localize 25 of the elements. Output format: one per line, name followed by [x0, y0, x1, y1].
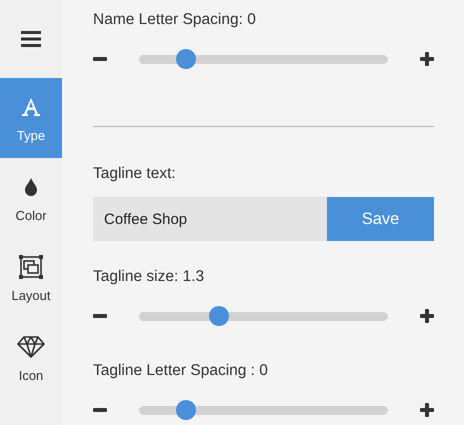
menu-icon[interactable] — [21, 31, 41, 47]
plus-icon[interactable] — [420, 403, 434, 417]
slider-label: Name Letter Spacing: 0 — [93, 10, 257, 30]
plus-icon[interactable] — [420, 309, 434, 323]
minus-icon[interactable] — [93, 408, 107, 412]
layout-icon — [18, 254, 44, 280]
diamond-icon — [17, 336, 45, 358]
type-icon — [21, 96, 41, 116]
slider-thumb[interactable] — [208, 306, 229, 326]
sidebar-tab[interactable]: Color — [0, 158, 62, 238]
tagline-field[interactable]: Coffee Shop — [93, 197, 327, 241]
slider-thumb[interactable] — [176, 49, 196, 69]
sidebar-tab[interactable]: Icon — [0, 318, 62, 398]
plus-icon[interactable] — [420, 52, 434, 66]
sidebar-tab[interactable]: Layout — [0, 238, 62, 318]
slider[interactable] — [139, 400, 388, 420]
slider[interactable] — [139, 49, 388, 69]
drop-icon — [24, 178, 38, 196]
minus-icon[interactable] — [93, 314, 107, 318]
slider[interactable] — [139, 306, 388, 326]
slider-label: Tagline size: 1.3 — [93, 267, 206, 287]
slider-thumb[interactable] — [176, 400, 196, 420]
field-label: Tagline text: — [93, 164, 177, 184]
slider-label: Tagline Letter Spacing : 0 — [93, 361, 269, 381]
minus-icon[interactable] — [93, 57, 107, 61]
